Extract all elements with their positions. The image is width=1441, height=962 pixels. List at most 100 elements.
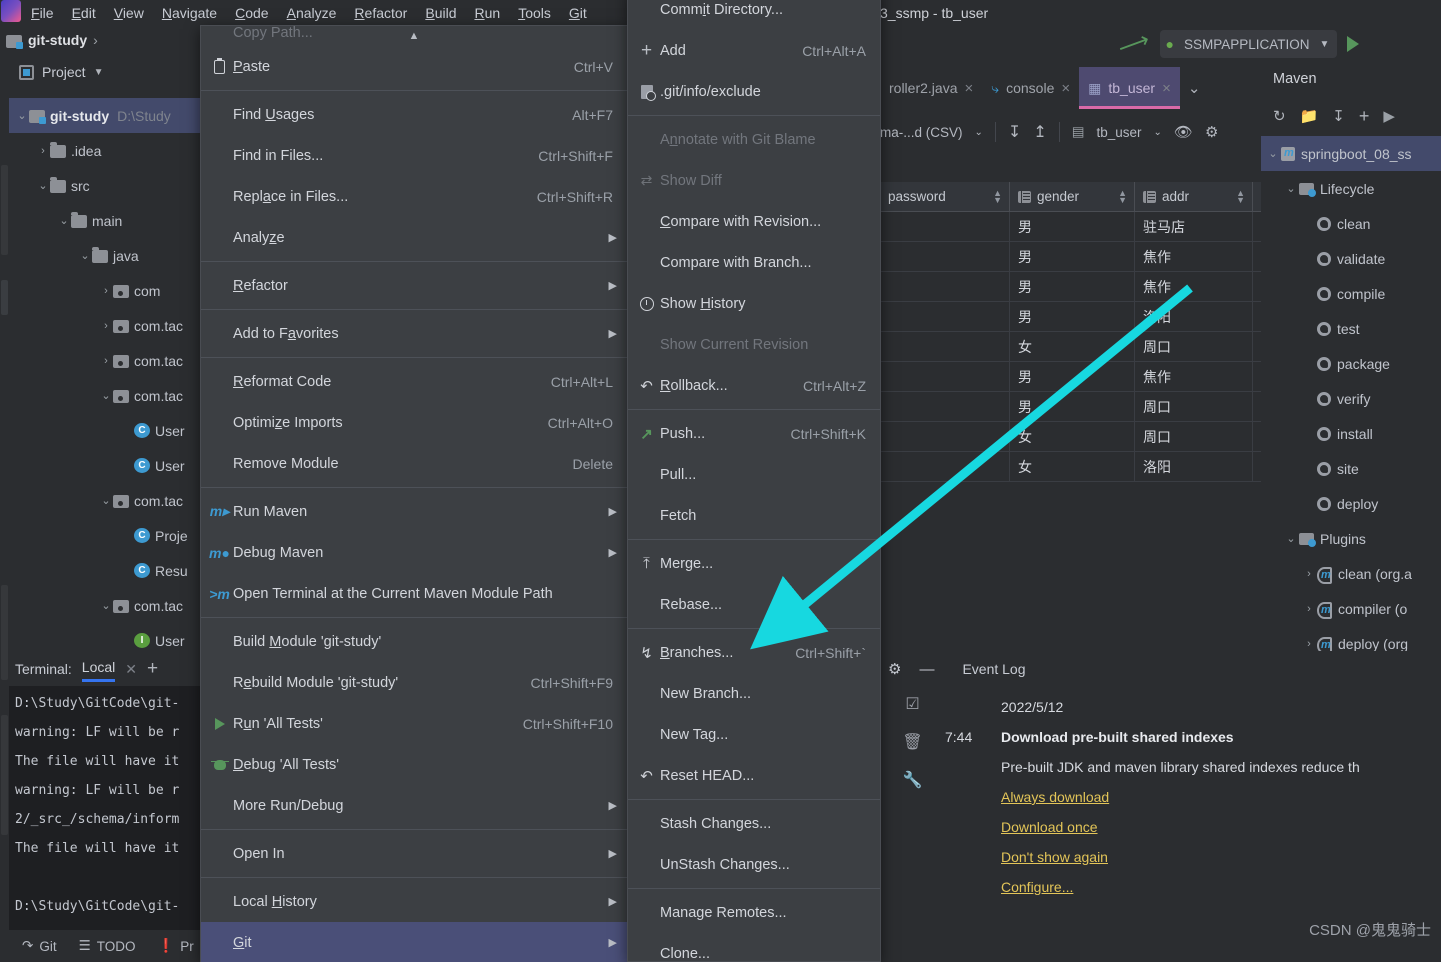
run-icon[interactable]: ▶ [1383, 107, 1395, 125]
status-todo[interactable]: ☰ TODO [79, 938, 136, 954]
git-stash-changes[interactable]: Stash Changes... [628, 803, 880, 844]
table-cell[interactable] [880, 422, 1010, 451]
git-branches[interactable]: ↯ Branches... Ctrl+Shift+` [628, 632, 880, 673]
table-cell[interactable]: 女 [1010, 452, 1135, 481]
table-row[interactable]: 男焦作 [880, 242, 1261, 272]
db-table-name[interactable]: tb_user [1096, 125, 1141, 140]
menu-analyze[interactable]: Analyze [278, 5, 346, 21]
table-cell[interactable]: 焦作 [1135, 242, 1253, 271]
project-panel-header[interactable]: Project ▼ [9, 57, 200, 87]
table-cell[interactable] [880, 332, 1010, 361]
chevron-icon[interactable]: ⌄ [99, 599, 113, 612]
close-icon[interactable]: × [1162, 80, 1171, 97]
ctx-rebuild-module--git-study[interactable]: Rebuild Module 'git-study' Ctrl+Shift+F9 [201, 662, 627, 703]
editor-tab-console[interactable]: ⤷ console × [982, 67, 1079, 109]
chevron-icon[interactable]: ⌄ [99, 494, 113, 507]
editor-tab-bar[interactable]: roller2.java × ⤷ console × ▦ tb_user × ⌄ [880, 67, 1261, 109]
table-cell[interactable] [880, 362, 1010, 391]
chevron-icon[interactable]: › [99, 285, 113, 297]
gear-icon[interactable]: ⚙ [888, 660, 901, 678]
table-cell[interactable]: 男 [1010, 392, 1135, 421]
ctx-build-module--git-study[interactable]: Build Module 'git-study' [201, 621, 627, 662]
menu-git[interactable]: Git [560, 5, 596, 21]
ctx-find-usages[interactable]: Find Usages Alt+F7 [201, 94, 627, 135]
git-compare-with-revision[interactable]: Compare with Revision... [628, 201, 880, 242]
maven-tree-node[interactable]: deploy [1261, 486, 1441, 521]
ctx-local-history[interactable]: Local History ▶ [201, 881, 627, 922]
git-push[interactable]: ↗ Push... Ctrl+Shift+K [628, 413, 880, 454]
ctx-paste[interactable]: Paste Ctrl+V [201, 46, 627, 87]
git-rebase[interactable]: Rebase... [628, 584, 880, 625]
table-cell[interactable]: 男 [1010, 242, 1135, 271]
grid-column-header[interactable]: password ▲ ▼ [880, 182, 1010, 211]
chevron-icon[interactable]: ⌄ [1283, 182, 1299, 195]
chevron-icon[interactable]: ⌄ [36, 179, 50, 192]
data-grid[interactable]: password ▲ ▼ gender ▲ ▼ addr ▲ ▼ 男驻马店男焦作男焦作男洛阳女周… [880, 182, 1261, 664]
maven-tree-node[interactable]: ⌄ Plugins [1261, 521, 1441, 556]
git-fetch[interactable]: Fetch [628, 495, 880, 536]
menu-view[interactable]: View [105, 5, 153, 21]
eye-icon[interactable]: 👁 [1174, 123, 1193, 141]
chevron-icon[interactable]: ⌄ [78, 249, 92, 262]
run-configuration-selector[interactable]: ● SSMPAPPLICATION ▼ [1159, 30, 1338, 58]
editor-tab-tb-user[interactable]: ▦ tb_user × [1079, 67, 1180, 109]
menu-tools[interactable]: Tools [509, 5, 560, 21]
chevron-down-icon[interactable]: ▼ [94, 67, 104, 78]
git-unstash-changes[interactable]: UnStash Changes... [628, 844, 880, 885]
table-cell[interactable] [880, 392, 1010, 421]
table-cell[interactable]: 周口 [1135, 392, 1253, 421]
project-tree[interactable]: ⌄ git-study D:\Study › .idea ⌄ src ⌄ main ⌄ java › c… [9, 98, 200, 653]
tree-node[interactable]: C Proje [9, 518, 200, 553]
ctx-debug--all-tests[interactable]: Debug 'All Tests' [201, 744, 627, 785]
ctx-git[interactable]: Git ▶ [201, 922, 627, 962]
menu-refactor[interactable]: Refactor [345, 5, 416, 21]
export-format-label[interactable]: ma-...d (CSV) [880, 125, 963, 140]
terminal-close-icon[interactable]: ✕ [125, 661, 137, 678]
maven-tree-node[interactable]: › compiler (o [1261, 591, 1441, 626]
ctx-remove-module[interactable]: Remove Module Delete [201, 443, 627, 484]
download-sources-icon[interactable]: ↧ [1332, 107, 1345, 125]
table-row[interactable]: 男周口 [880, 392, 1261, 422]
tree-node[interactable]: › com.tac [9, 343, 200, 378]
terminal-tab-local[interactable]: Local [81, 659, 116, 682]
ctx-reformat-code[interactable]: Reformat Code Ctrl+Alt+L [201, 361, 627, 402]
ctx-more-run-debug[interactable]: More Run/Debug ▶ [201, 785, 627, 826]
grid-column-header[interactable]: gender ▲ ▼ [1010, 182, 1135, 211]
git-new-branch[interactable]: New Branch... [628, 673, 880, 714]
tree-node[interactable]: I User [9, 623, 200, 653]
grid-column-header[interactable]: addr ▲ ▼ [1135, 182, 1253, 211]
table-cell[interactable] [880, 212, 1010, 241]
maven-tree-node[interactable]: test [1261, 311, 1441, 346]
git-reset-head[interactable]: ↶ Reset HEAD... [628, 755, 880, 796]
table-row[interactable]: 女洛阳 [880, 452, 1261, 482]
chevron-down-icon[interactable]: ⌄ [975, 127, 983, 138]
ctx-run-maven[interactable]: m▸ Run Maven ▶ [201, 491, 627, 532]
git-merge[interactable]: ⤒ Merge... [628, 543, 880, 584]
table-cell[interactable]: 男 [1010, 362, 1135, 391]
data-grid-body[interactable]: 男驻马店男焦作男焦作男洛阳女周口男焦作男周口女周口女洛阳 [880, 212, 1261, 482]
table-cell[interactable] [880, 242, 1010, 271]
table-cell[interactable]: 女 [1010, 422, 1135, 451]
chevron-down-icon[interactable]: ⌄ [1154, 127, 1162, 138]
maven-tree-node[interactable]: › deploy (org [1261, 626, 1441, 651]
table-row[interactable]: 女周口 [880, 332, 1261, 362]
tree-node[interactable]: C User [9, 413, 200, 448]
ctx-replace-in-files[interactable]: Replace in Files... Ctrl+Shift+R [201, 176, 627, 217]
export-data-icon[interactable]: ↥ [1033, 122, 1046, 142]
chevron-icon[interactable]: › [1301, 638, 1317, 650]
menu-build[interactable]: Build [416, 5, 465, 21]
tree-node[interactable]: › com [9, 273, 200, 308]
git-compare-with-branch[interactable]: Compare with Branch... [628, 242, 880, 283]
chevron-icon[interactable]: › [1301, 568, 1317, 580]
chevron-icon[interactable]: › [1301, 603, 1317, 615]
table-cell[interactable]: 洛阳 [1135, 452, 1253, 481]
maven-tree-node[interactable]: verify [1261, 381, 1441, 416]
ctx-open-terminal-at-the-current-maven-module-path[interactable]: >m Open Terminal at the Current Maven Mod… [201, 573, 627, 614]
chevron-icon[interactable]: ⌄ [1283, 532, 1299, 545]
table-cell[interactable] [880, 302, 1010, 331]
chevron-icon[interactable]: ⌄ [57, 214, 71, 227]
table-row[interactable]: 男驻马店 [880, 212, 1261, 242]
tree-node[interactable]: ⌄ com.tac [9, 378, 200, 413]
maven-tree-node[interactable]: ⌄ springboot_08_ss [1261, 136, 1441, 171]
terminal-output[interactable]: D:\Study\GitCode\git-warning: LF will be… [9, 686, 204, 930]
